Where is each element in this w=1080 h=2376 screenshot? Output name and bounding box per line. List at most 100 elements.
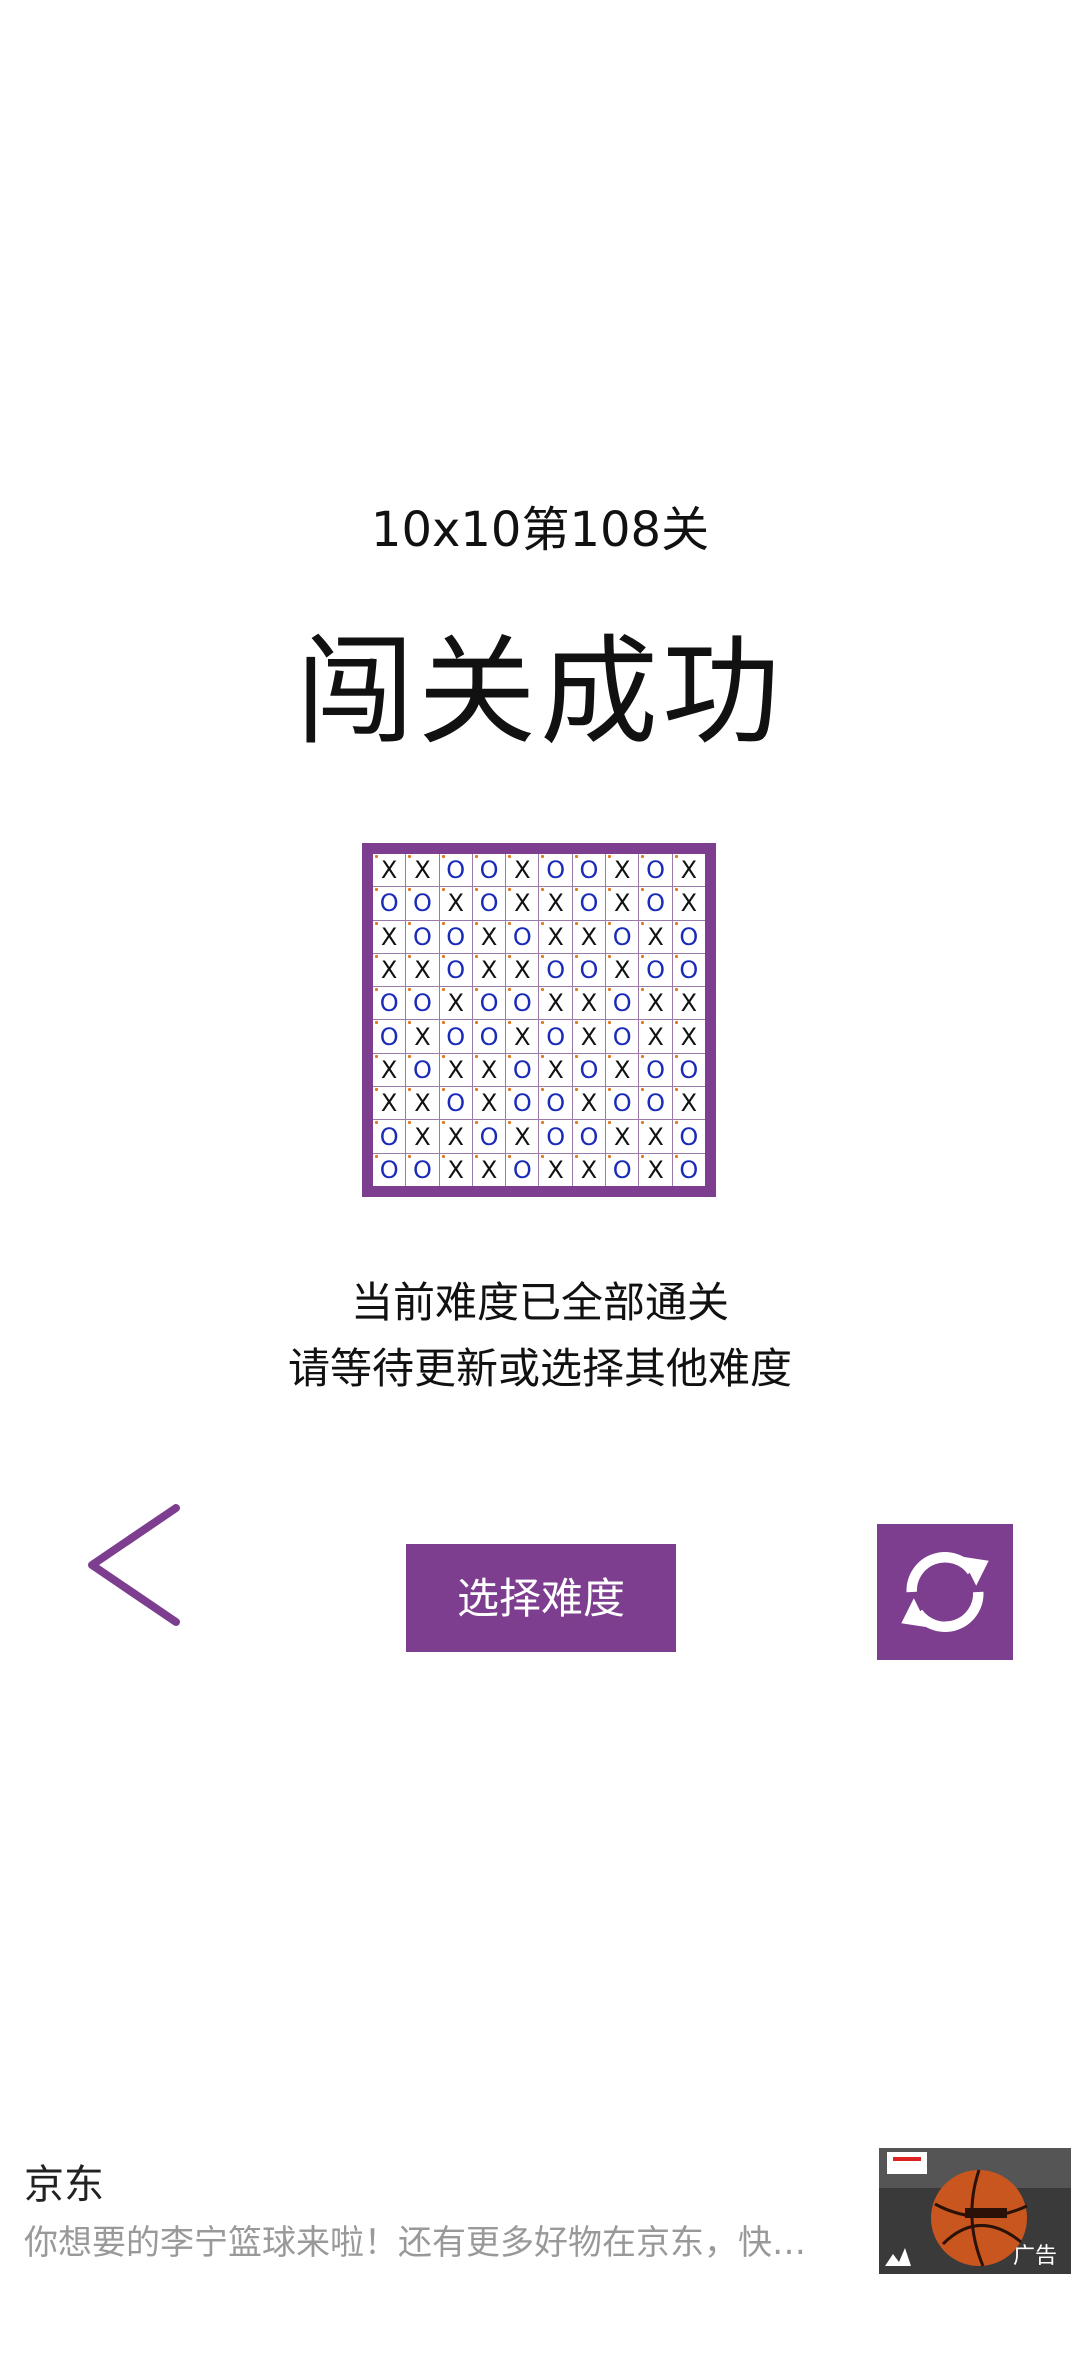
- cell-mark: O: [379, 1155, 399, 1184]
- cell-mark: O: [646, 956, 665, 985]
- cell-mark: O: [679, 1155, 699, 1184]
- cell-mark: O: [579, 956, 599, 985]
- cell-marker: [574, 1154, 578, 1158]
- cell-mark: X: [647, 1155, 664, 1184]
- board-cell: O: [406, 1053, 439, 1087]
- board-grid: XXOOXOOXOXOOXOXXOXOXXOOXOXXOXOXXOXXOOXOO…: [373, 854, 705, 1186]
- board-cell: X: [373, 854, 406, 887]
- cell-marker: [474, 888, 478, 892]
- cell-mark: O: [546, 1122, 566, 1151]
- cell-marker: [608, 921, 612, 925]
- board-cell: X: [606, 854, 639, 887]
- board-cell: O: [672, 920, 705, 953]
- board-cell: O: [572, 854, 606, 887]
- cell-marker: [674, 988, 678, 992]
- cell-marker: [674, 1121, 678, 1125]
- cell-marker: [408, 988, 412, 992]
- cell-mark: X: [514, 1122, 531, 1151]
- cell-mark: O: [646, 889, 665, 918]
- cell-mark: X: [647, 989, 664, 1018]
- cell-mark: X: [414, 1022, 431, 1051]
- cell-marker: [641, 1154, 645, 1158]
- cell-marker: [608, 888, 612, 892]
- board-cell: X: [572, 1087, 606, 1120]
- board-cell: X: [506, 1120, 539, 1153]
- cell-marker: [375, 888, 378, 892]
- cell-marker: [541, 921, 545, 925]
- cell-marker: [474, 1088, 478, 1092]
- cell-mark: O: [446, 922, 466, 951]
- cell-mark: X: [647, 922, 664, 951]
- cell-marker: [474, 1054, 478, 1058]
- ad-banner[interactable]: 京东 你想要的李宁篮球来啦！还有更多好物在京东，快… 广告: [0, 2130, 1080, 2290]
- cell-marker: [674, 1154, 678, 1158]
- cell-mark: O: [579, 1055, 599, 1084]
- ad-description: 你想要的李宁篮球来啦！还有更多好物在京东，快…: [24, 2223, 806, 2263]
- cell-mark: O: [413, 922, 432, 951]
- cell-marker: [441, 855, 445, 858]
- cell-marker: [608, 1154, 612, 1158]
- cell-marker: [674, 921, 678, 925]
- refresh-button[interactable]: [877, 1524, 1013, 1660]
- cell-mark: O: [379, 1022, 399, 1051]
- cell-marker: [608, 954, 612, 958]
- cell-mark: O: [612, 1089, 632, 1118]
- board-cell: O: [539, 1120, 572, 1153]
- cell-marker: [508, 855, 512, 858]
- board-cell: X: [439, 1053, 472, 1087]
- board-cell: X: [639, 920, 672, 953]
- board-cell: X: [406, 854, 439, 887]
- cell-marker: [574, 921, 578, 925]
- cell-marker: [641, 1121, 645, 1125]
- board-cell: O: [373, 887, 406, 920]
- cell-marker: [641, 1054, 645, 1058]
- cell-mark: O: [579, 889, 599, 918]
- cell-mark: X: [380, 1055, 398, 1084]
- cell-mark: O: [512, 1089, 532, 1118]
- cell-marker: [441, 921, 445, 925]
- cell-marker: [541, 988, 545, 992]
- board-cell: O: [406, 887, 439, 920]
- cell-mark: O: [612, 989, 632, 1018]
- cell-mark: X: [447, 989, 464, 1018]
- cell-mark: O: [679, 956, 699, 985]
- ad-thumbnail[interactable]: 广告: [879, 2148, 1071, 2274]
- cell-mark: O: [479, 1022, 499, 1051]
- cell-mark: X: [614, 889, 631, 918]
- cell-marker: [641, 855, 645, 858]
- cell-marker: [541, 855, 545, 858]
- cell-marker: [508, 1054, 512, 1058]
- board-cell: X: [672, 887, 705, 920]
- game-screen: 10x10第108关 闯关成功 XXOOXOOXOXOOXOXXOXOXXOOX…: [0, 0, 1080, 2376]
- cell-mark: X: [380, 922, 398, 951]
- cell-marker: [474, 1154, 478, 1158]
- board-cell: O: [439, 920, 472, 953]
- cell-marker: [674, 1088, 678, 1092]
- cell-mark: X: [414, 956, 431, 985]
- board-cell: X: [606, 1053, 639, 1087]
- board-cell: X: [406, 1020, 439, 1053]
- board-cell: X: [639, 1153, 672, 1186]
- board-cell: O: [606, 1020, 639, 1053]
- back-button[interactable]: [80, 1500, 190, 1630]
- cell-marker: [574, 1121, 578, 1125]
- cell-mark: X: [547, 1055, 564, 1084]
- board-cell: O: [406, 987, 439, 1020]
- select-difficulty-button[interactable]: 选择难度: [406, 1544, 676, 1652]
- cell-marker: [474, 988, 478, 992]
- cell-mark: X: [547, 989, 564, 1018]
- board-cell: O: [672, 1053, 705, 1087]
- board-cell: X: [472, 953, 506, 987]
- cell-mark: X: [514, 889, 531, 918]
- cell-mark: O: [512, 922, 532, 951]
- cell-mark: X: [614, 956, 631, 985]
- cell-marker: [408, 1021, 412, 1025]
- cell-mark: O: [446, 1089, 466, 1118]
- cell-marker: [608, 988, 612, 992]
- board-cell: X: [439, 987, 472, 1020]
- cell-mark: O: [479, 856, 499, 885]
- cell-marker: [408, 921, 412, 925]
- cell-marker: [508, 1088, 512, 1092]
- board-cell: X: [672, 987, 705, 1020]
- cell-marker: [375, 954, 378, 958]
